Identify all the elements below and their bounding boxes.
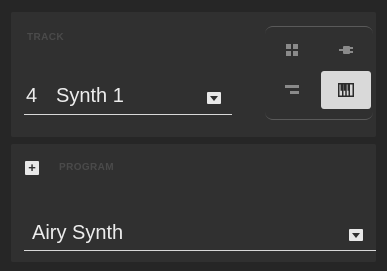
track-section-label: TRACK — [27, 32, 64, 43]
chevron-down-icon[interactable] — [207, 92, 221, 104]
program-select[interactable]: Airy Synth — [24, 214, 376, 251]
track-select[interactable]: 4 Synth 1 — [24, 78, 232, 115]
chevron-down-icon[interactable] — [349, 229, 363, 241]
plugin-icon — [339, 46, 353, 54]
program-panel: + PROGRAM Airy Synth — [11, 144, 376, 262]
clip-program-icon — [285, 85, 299, 94]
program-section-label: PROGRAM — [59, 162, 115, 173]
add-program-button[interactable]: + — [25, 161, 39, 175]
plugin-program-button[interactable] — [321, 31, 371, 69]
keygroup-icon — [338, 83, 354, 97]
keygroup-program-button[interactable] — [321, 71, 371, 109]
track-panel: TRACK 4 Synth 1 — [11, 12, 376, 137]
track-number: 4 — [26, 85, 38, 107]
clip-program-button[interactable] — [267, 71, 317, 109]
drum-program-icon — [286, 44, 298, 56]
program-type-selector — [265, 26, 373, 120]
drum-program-button[interactable] — [267, 31, 317, 69]
track-name: Synth 1 — [56, 85, 124, 107]
program-name: Airy Synth — [32, 222, 124, 244]
track-program-editor: TRACK 4 Synth 1 + PROGRAM Airy Synth — [0, 0, 387, 271]
